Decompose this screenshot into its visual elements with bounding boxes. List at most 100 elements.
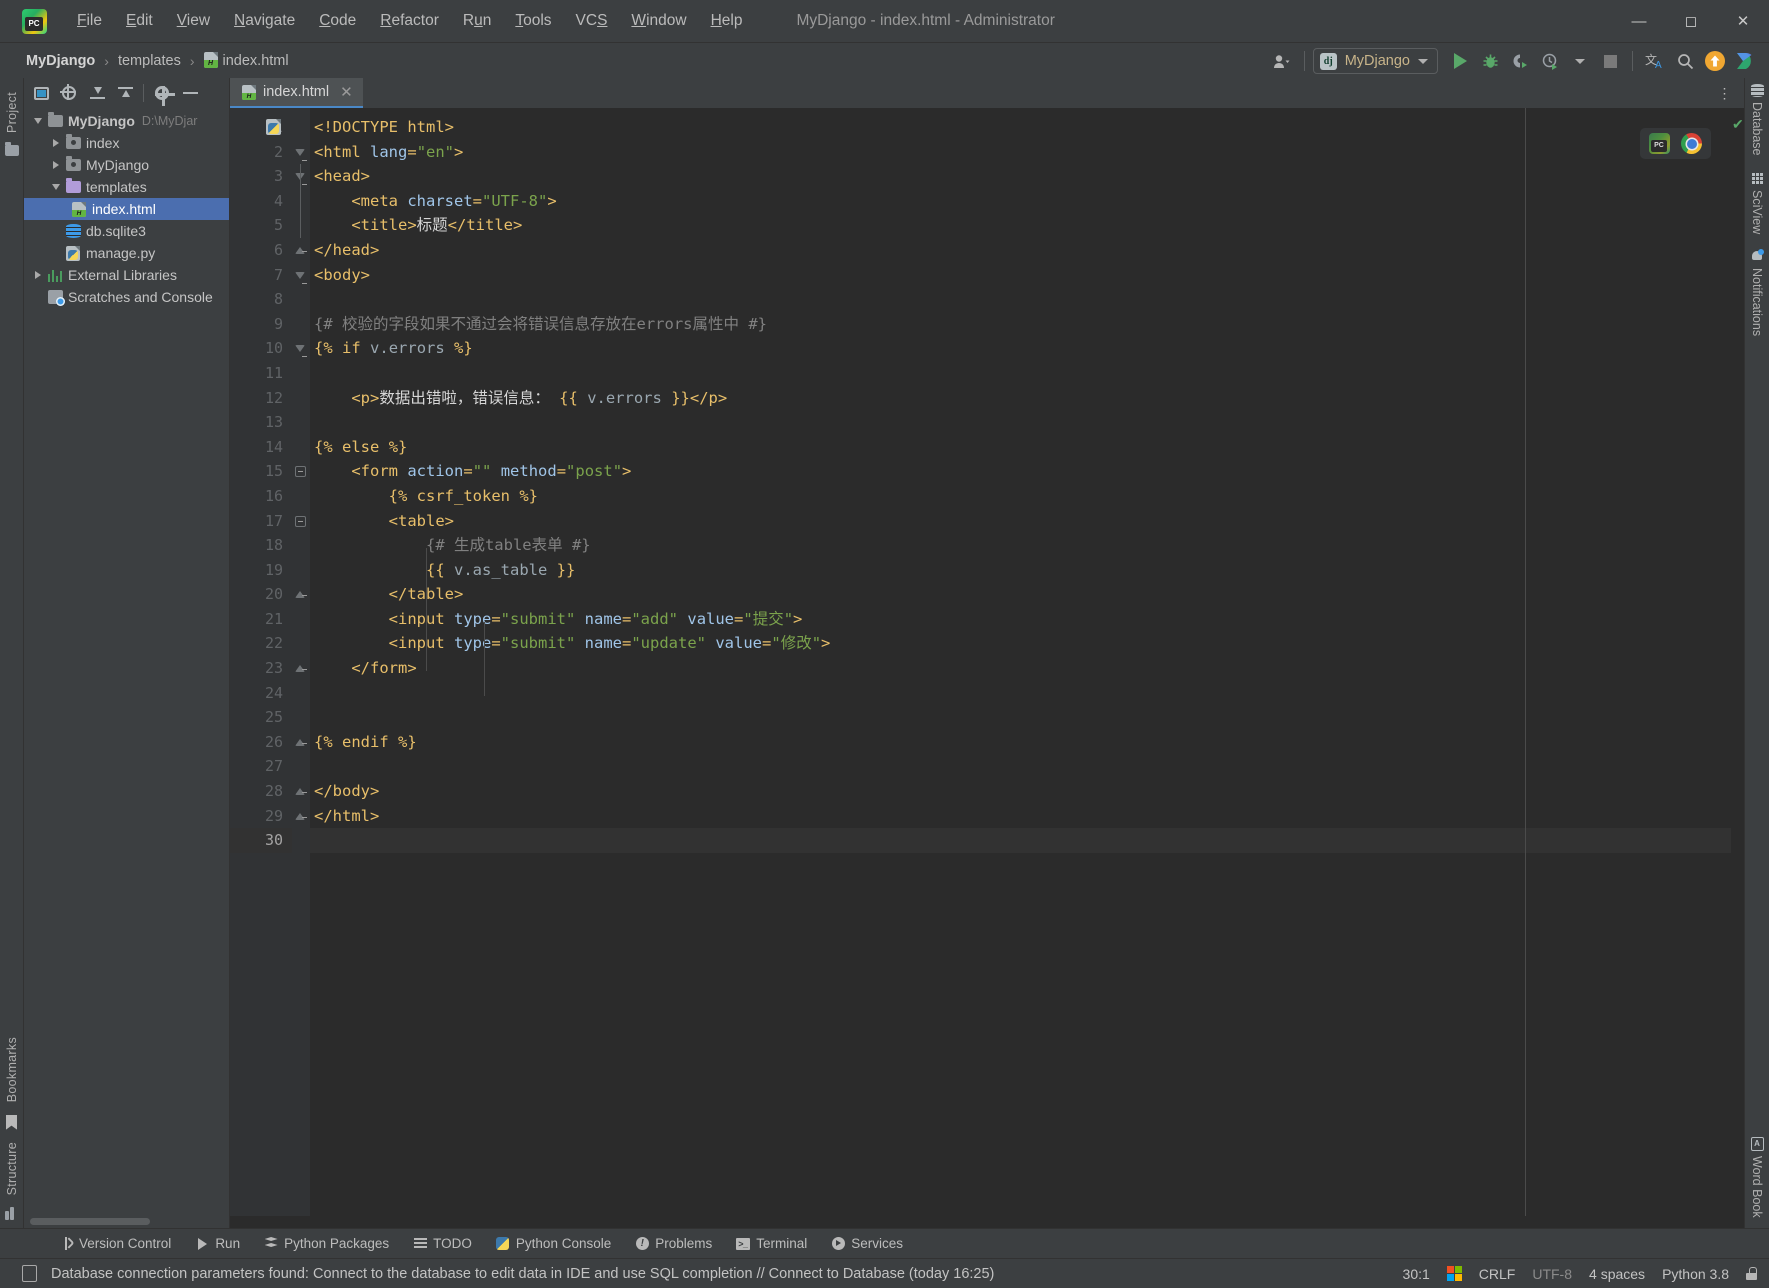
- tree-item-scratches-and-consoles[interactable]: Scratches and Console: [24, 286, 229, 308]
- rail-item-structure[interactable]: Structure: [5, 1136, 19, 1201]
- fold-end-icon[interactable]: [295, 812, 307, 820]
- user-account-icon[interactable]: [1268, 47, 1296, 75]
- indent-setting[interactable]: 4 spaces: [1589, 1266, 1645, 1282]
- editor-horizontal-scrollbar[interactable]: [230, 1216, 1744, 1228]
- windows-logo-icon[interactable]: [1446, 1266, 1462, 1281]
- close-button[interactable]: ✕: [1717, 0, 1769, 42]
- close-icon[interactable]: ✕: [340, 83, 353, 101]
- folder-icon[interactable]: [4, 142, 19, 157]
- python-interpreter[interactable]: Python 3.8: [1662, 1266, 1729, 1282]
- bookmark-icon[interactable]: [6, 1114, 17, 1130]
- run-configuration-selector[interactable]: dj MyDjango: [1312, 48, 1438, 74]
- menu-tools[interactable]: Tools: [503, 8, 563, 34]
- search-everywhere-button[interactable]: [1671, 47, 1699, 75]
- tool-window-run[interactable]: Run: [184, 1233, 251, 1254]
- tool-window-problems[interactable]: ! Problems: [624, 1233, 723, 1254]
- debug-button[interactable]: [1476, 47, 1504, 75]
- settings-button[interactable]: [149, 81, 175, 106]
- tool-window-python-console[interactable]: Python Console: [485, 1233, 622, 1254]
- tool-window-python-packages[interactable]: Python Packages: [253, 1233, 400, 1254]
- menu-vcs[interactable]: VCS: [564, 8, 620, 34]
- update-project-button[interactable]: [1701, 47, 1729, 75]
- menu-help[interactable]: Help: [699, 8, 755, 34]
- rail-item-bookmarks[interactable]: Bookmarks: [5, 1031, 19, 1108]
- menu-code[interactable]: Code: [307, 8, 368, 34]
- status-message[interactable]: Database connection parameters found: Co…: [51, 1266, 994, 1282]
- menu-refactor[interactable]: Refactor: [368, 8, 451, 34]
- code-text-area[interactable]: <!DOCTYPE html> <html lang="en"> <head> …: [310, 108, 1731, 1216]
- line-number: 14: [264, 437, 283, 456]
- tree-item-index[interactable]: index: [24, 132, 229, 154]
- fold-end-icon[interactable]: [295, 788, 307, 796]
- tab-index-html[interactable]: index.html ✕: [230, 78, 363, 108]
- minimize-button[interactable]: —: [1613, 0, 1665, 42]
- expand-all-button[interactable]: [84, 81, 110, 105]
- select-opened-file-button[interactable]: [28, 81, 54, 105]
- tree-item-mydjango-app[interactable]: MyDjango: [24, 154, 229, 176]
- twisty-closed-icon[interactable]: [48, 161, 64, 169]
- fold-end-icon[interactable]: [295, 246, 307, 254]
- twisty-closed-icon[interactable]: [48, 139, 64, 147]
- fold-collapse-icon[interactable]: [295, 515, 306, 527]
- menu-window[interactable]: Window: [619, 8, 698, 34]
- vertical-dots-icon[interactable]: ⋮: [1712, 78, 1738, 108]
- menu-edit[interactable]: Edit: [114, 8, 165, 34]
- tool-window-todo[interactable]: TODO: [402, 1233, 483, 1254]
- structure-icon[interactable]: [5, 1207, 18, 1220]
- menu-run[interactable]: Run: [451, 8, 503, 34]
- fold-collapse-icon[interactable]: [295, 345, 307, 358]
- project-horizontal-scrollbar[interactable]: [24, 1216, 229, 1228]
- ide-assistant-button[interactable]: [1731, 47, 1759, 75]
- breadcrumb-project[interactable]: MyDjango: [22, 51, 99, 71]
- fold-collapse-icon[interactable]: [295, 271, 307, 284]
- tree-item-db-sqlite3[interactable]: db.sqlite3: [24, 220, 229, 242]
- tree-item-templates[interactable]: templates: [24, 176, 229, 198]
- fold-end-icon[interactable]: [295, 665, 307, 673]
- rail-item-notifications[interactable]: Notifications: [1750, 248, 1764, 336]
- locate-button[interactable]: [56, 81, 82, 105]
- rail-item-sciview[interactable]: SciView: [1750, 171, 1764, 234]
- menu-file[interactable]: File: [65, 8, 114, 34]
- profile-button[interactable]: [1536, 47, 1564, 75]
- twisty-closed-icon[interactable]: [30, 271, 46, 279]
- tree-item-mydjango-root[interactable]: MyDjango D:\MyDjar: [24, 110, 229, 132]
- twisty-open-icon[interactable]: [30, 118, 46, 124]
- rail-item-project[interactable]: Project: [5, 86, 19, 139]
- stop-button[interactable]: [1596, 47, 1624, 75]
- breadcrumb-file[interactable]: index.html: [200, 50, 293, 71]
- fold-collapse-icon[interactable]: [295, 148, 307, 161]
- inspection-status-badge[interactable]: ✔: [1732, 116, 1744, 133]
- tree-item-external-libraries[interactable]: External Libraries: [24, 264, 229, 286]
- editor-vertical-scrollbar[interactable]: ✔: [1731, 108, 1744, 1216]
- twisty-open-icon[interactable]: [48, 184, 64, 190]
- menu-view[interactable]: View: [165, 8, 222, 34]
- run-with-coverage-button[interactable]: [1506, 47, 1534, 75]
- notification-document-icon[interactable]: [22, 1265, 37, 1282]
- preview-in-pycharm-icon[interactable]: [1649, 133, 1670, 154]
- line-number: 13: [264, 413, 283, 432]
- breadcrumb-templates[interactable]: templates: [114, 51, 185, 71]
- rail-item-database[interactable]: Database: [1750, 84, 1764, 156]
- run-dropdown-button[interactable]: [1566, 47, 1594, 75]
- line-separator[interactable]: CRLF: [1479, 1266, 1516, 1282]
- maximize-button[interactable]: ◻: [1665, 0, 1717, 42]
- tool-window-terminal[interactable]: >_ Terminal: [725, 1233, 818, 1254]
- tool-window-version-control[interactable]: Version Control: [48, 1233, 182, 1254]
- fold-end-icon[interactable]: [295, 591, 307, 599]
- caret-position[interactable]: 30:1: [1403, 1266, 1430, 1282]
- lock-icon[interactable]: [1746, 1267, 1757, 1280]
- fold-end-icon[interactable]: [295, 738, 307, 746]
- hide-button[interactable]: [177, 81, 203, 105]
- translate-button[interactable]: 文A: [1641, 47, 1669, 75]
- collapse-all-button[interactable]: [112, 81, 138, 105]
- run-button[interactable]: [1446, 47, 1474, 75]
- indent-guide: [426, 548, 427, 671]
- fold-collapse-icon[interactable]: [295, 466, 306, 478]
- tool-window-services[interactable]: Services: [820, 1233, 914, 1254]
- file-encoding[interactable]: UTF-8: [1532, 1266, 1572, 1282]
- tree-item-index-html[interactable]: index.html: [24, 198, 229, 220]
- menu-navigate[interactable]: Navigate: [222, 8, 307, 34]
- preview-in-chrome-icon[interactable]: [1681, 133, 1702, 154]
- tree-item-manage-py[interactable]: manage.py: [24, 242, 229, 264]
- rail-item-word-book[interactable]: A Word Book: [1750, 1137, 1764, 1218]
